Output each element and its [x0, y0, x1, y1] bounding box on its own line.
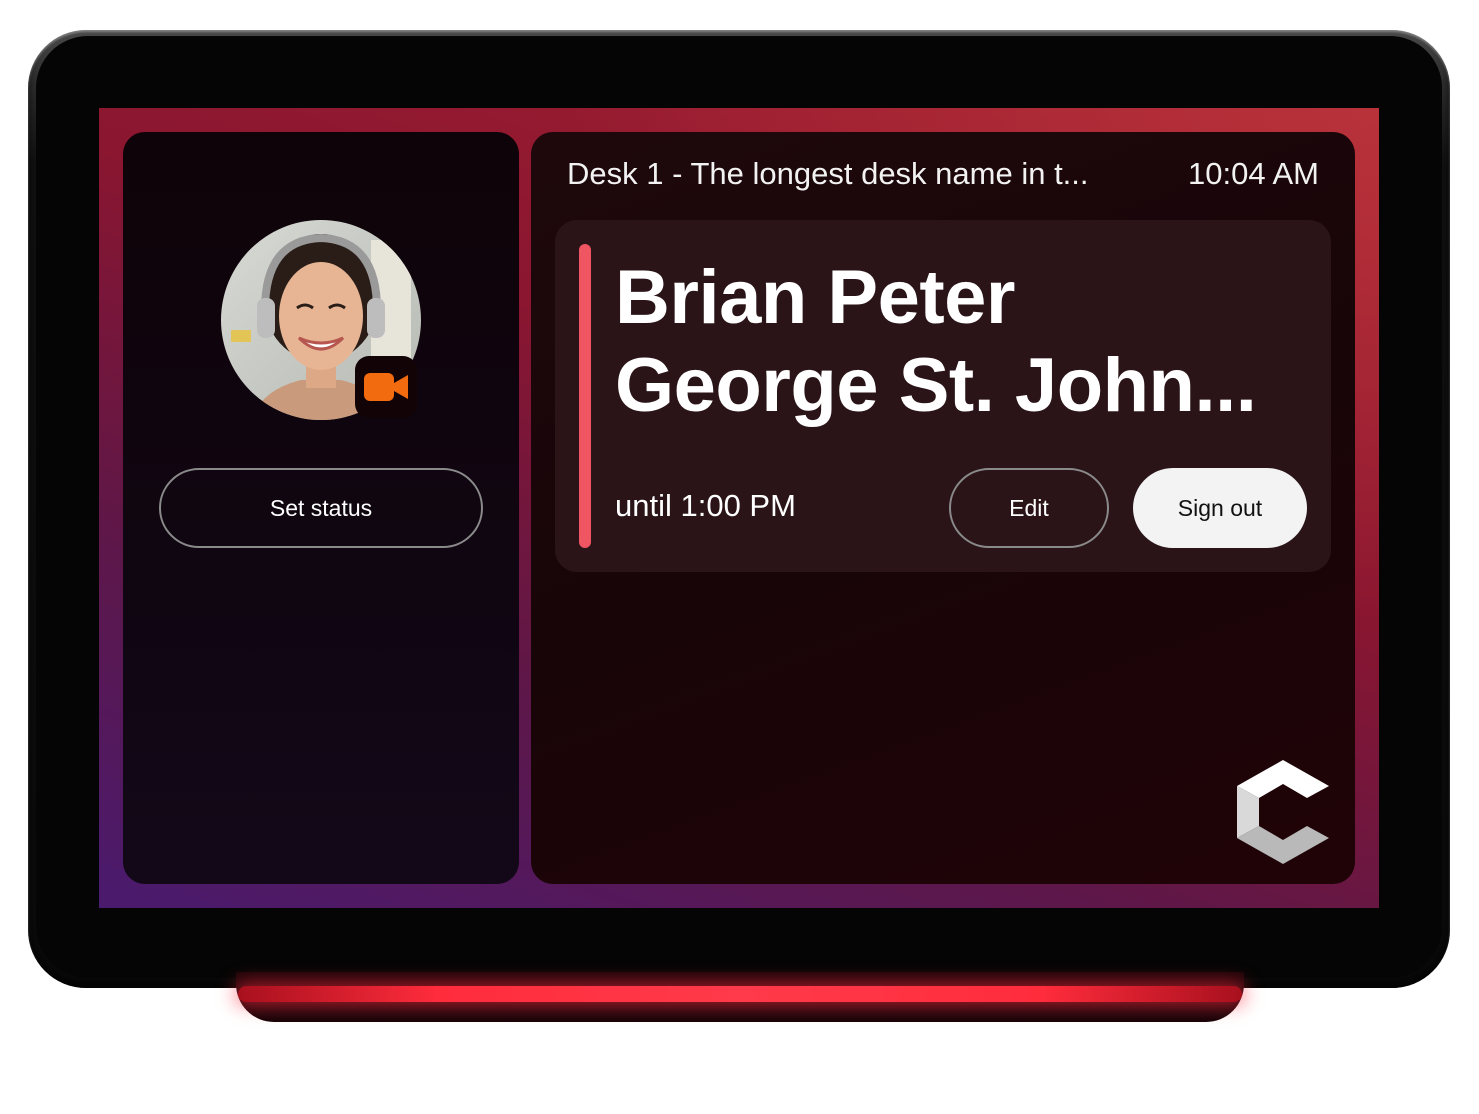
sign-out-button[interactable]: Sign out	[1133, 468, 1307, 548]
screen: Set status Desk 1 - The longest desk nam…	[99, 108, 1379, 908]
brand-logo	[1235, 760, 1331, 864]
booking-until: until 1:00 PM	[615, 488, 796, 523]
desk-panel: Desk 1 - The longest desk name in t... 1…	[531, 132, 1355, 884]
edit-button[interactable]: Edit	[949, 468, 1109, 548]
set-status-button[interactable]: Set status	[159, 468, 483, 548]
name-line-1: Brian Peter	[615, 255, 1016, 340]
user-panel: Set status	[123, 132, 519, 884]
led-light-strip	[238, 986, 1242, 1002]
c-logo-icon	[1237, 760, 1329, 864]
video-status-badge	[355, 356, 417, 418]
video-camera-icon	[364, 373, 408, 401]
booking-accent-bar	[579, 244, 591, 548]
name-line-2: George St. John...	[615, 343, 1257, 428]
clock: 10:04 AM	[1188, 156, 1319, 191]
booking-card: Brian Peter George St. John... until 1:0…	[555, 220, 1331, 572]
desk-name: Desk 1 - The longest desk name in t...	[567, 156, 1089, 191]
booked-user-name: Brian Peter George St. John...	[615, 254, 1257, 430]
